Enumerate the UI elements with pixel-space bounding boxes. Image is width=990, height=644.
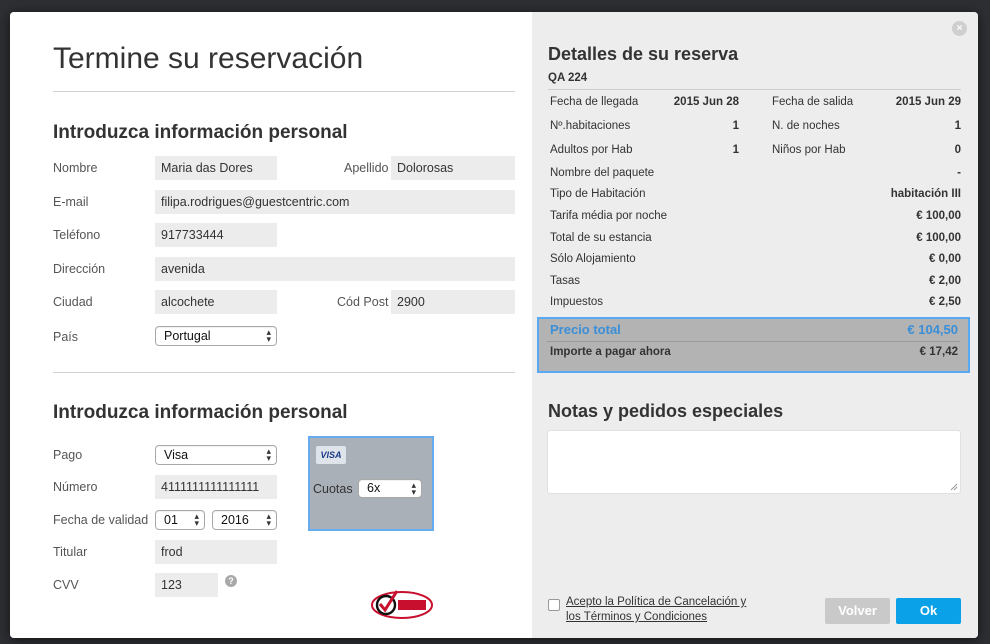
email-label: E-mail [53,195,89,209]
tasas-label: Tasas [550,275,581,287]
personal-info-heading: Introduzca información personal [53,122,348,143]
card-number-field[interactable]: 4111111111111111 [155,475,277,499]
titular-field[interactable]: frod [155,540,277,564]
numero-label: Número [53,480,98,494]
pago-select-value: Visa [164,448,189,462]
importe-label: Importe a pagar ahora [550,346,671,358]
terms-link-line2[interactable]: los Términos y Condiciones [566,610,707,625]
llegada-label: Fecha de llegada [550,96,639,108]
select-arrows-icon: ▴ ▾ [411,480,416,497]
summary-title: Detalles de su reserva [548,44,739,64]
codpost-label: Cód Post [337,295,389,309]
solo-alojamiento-value: € 0,00 [929,253,961,265]
telefono-label: Teléfono [53,228,101,242]
select-arrows-icon: ▴ ▾ [266,511,271,528]
cuotas-select[interactable]: 6x ▴ ▾ [358,479,422,498]
pais-label: País [53,330,79,344]
visa-logo-icon: VISA [316,446,346,464]
cuotas-select-value: 6x [367,481,381,495]
precio-total-label: Precio total [550,322,621,337]
notes-title: Notas y pedidos especiales [548,401,784,421]
tipo-label: Tipo de Habitación [550,188,646,200]
email-field[interactable]: filipa.rodrigues@guestcentric.com [155,190,515,214]
payment-info-heading: Introduzca información personal [53,402,348,423]
ninos-value: 0 [954,144,961,156]
resize-grip-icon [950,483,958,491]
importe-value: € 17,42 [919,346,958,358]
divider [547,341,960,342]
reservation-modal: Termine su reservación Introduzca inform… [10,12,978,638]
adultos-value: 1 [732,144,739,156]
nombre-field[interactable]: Maria das Dores [155,156,277,180]
apellido-label: Apellido [344,161,389,175]
tasas-value: € 2,00 [929,275,961,287]
telefono-field[interactable]: 917733444 [155,223,277,247]
ninos-label: Niños por Hab [772,144,846,156]
nombre-label: Nombre [53,161,98,175]
notes-textarea[interactable] [547,430,961,494]
expiry-month-select[interactable]: 01 ▴ ▾ [155,510,205,530]
direccion-label: Dirección [53,262,106,276]
impuestos-value: € 2,50 [929,296,961,308]
cvv-field[interactable]: 123 [155,573,218,597]
cuotas-label: Cuotas [313,482,353,496]
ok-button[interactable]: Ok [896,598,961,624]
solo-alojamiento-label: Sólo Alojamiento [550,253,636,265]
paquete-value: - [957,167,961,179]
impuestos-label: Impuestos [550,296,604,308]
expiry-year-select[interactable]: 2016 ▴ ▾ [212,510,277,530]
tarifa-label: Tarifa média por noche [550,210,667,222]
cvv-label: CVV [53,578,79,592]
habitaciones-label: Nº.habitaciones [550,120,631,132]
help-icon[interactable]: ? [225,575,237,587]
habitaciones-value: 1 [732,120,739,132]
paquete-label: Nombre del paquete [550,167,655,179]
direccion-field[interactable]: avenida [155,257,515,281]
divider [548,89,961,90]
expiry-year-value: 2016 [221,513,249,527]
noches-value: 1 [954,120,961,132]
page-title: Termine su reservación [53,42,364,75]
select-arrows-icon: ▴ ▾ [266,446,271,463]
booking-code: QA 224 [548,72,588,84]
pago-select[interactable]: Visa ▴ ▾ [155,445,277,465]
verisign-seal-icon [371,590,433,619]
tipo-value: habitación III [890,188,961,200]
total-summary-box: Precio total € 104,50 Importe a pagar ah… [537,317,970,373]
ciudad-label: Ciudad [53,295,93,309]
codpost-field[interactable]: 2900 [391,290,515,314]
total-estancia-label: Total de su estancia [550,232,652,244]
terms-checkbox[interactable] [548,599,560,611]
llegada-value: 2015 Jun 28 [673,96,739,108]
apellido-field[interactable]: Dolorosas [391,156,515,180]
terms-link-line1[interactable]: Acepto la Política de Cancelación y [566,595,746,610]
total-estancia-value: € 100,00 [916,232,961,244]
booking-summary-panel: × Detalles de su reserva QA 224 Fecha de… [532,12,978,638]
noches-label: N. de noches [772,120,840,132]
guest-form-panel: Termine su reservación Introduzca inform… [10,12,532,638]
select-arrows-icon: ▴ ▾ [266,327,271,344]
expiry-month-value: 01 [164,513,178,527]
precio-total-value: € 104,50 [907,322,958,337]
salida-value: 2015 Jun 29 [895,96,961,108]
select-arrows-icon: ▴ ▾ [194,511,199,528]
fecha-validad-label: Fecha de validad [53,513,149,527]
divider [53,372,515,373]
salida-label: Fecha de salida [772,96,854,108]
tarifa-value: € 100,00 [916,210,961,222]
ciudad-field[interactable]: alcochete [155,290,277,314]
pago-label: Pago [53,448,83,462]
titular-label: Titular [53,545,88,559]
pais-select[interactable]: Portugal ▴ ▾ [155,326,277,346]
card-options-panel: VISA Cuotas 6x ▴ ▾ [308,436,434,531]
close-icon[interactable]: × [952,21,967,36]
pais-select-value: Portugal [164,329,211,343]
adultos-label: Adultos por Hab [550,144,633,156]
divider [53,91,515,92]
volver-button[interactable]: Volver [825,598,890,624]
